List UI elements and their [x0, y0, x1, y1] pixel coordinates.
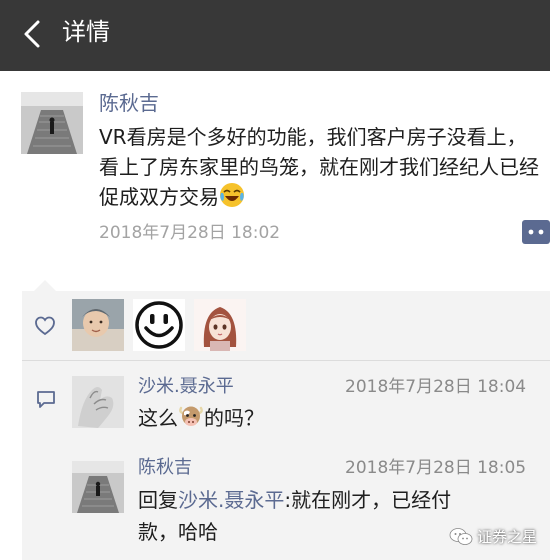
post-text: VR看房是个多好的功能，我们客户房子没看上，看上了房东家里的鸟笼，就在刚才我们经…: [99, 125, 539, 209]
panel-divider: [22, 360, 550, 361]
comment-text: 这么 的吗？: [138, 402, 264, 434]
watermark-text: 证券之星: [477, 528, 538, 546]
page-title: 详情: [62, 18, 110, 46]
author-avatar[interactable]: [21, 92, 83, 154]
likes-row: [22, 291, 550, 357]
commenter-avatar-shami[interactable]: [72, 376, 124, 428]
chevron-left-icon[interactable]: [14, 14, 54, 54]
more-options-icon[interactable]: [522, 218, 550, 246]
interaction-panel: 沙米.聂永平 2018年7月28日 18:04 这么 的吗？ 陈秋吉 2018年…: [22, 291, 550, 560]
heart-outline-icon: [35, 316, 55, 336]
comment-timestamp: 2018年7月28日 18:04: [345, 377, 527, 397]
commenter-avatar-chenqiuji[interactable]: [72, 461, 124, 513]
wechat-logo-icon: [449, 528, 473, 545]
comment-author[interactable]: 陈秋吉: [138, 457, 192, 479]
reply-prefix: 回复: [138, 488, 178, 512]
reply-text: 回复沙米.聂永平:就在刚才，已经付款，哈哈: [138, 484, 468, 548]
post-content: VR看房是个多好的功能，我们客户房子没看上，看上了房东家里的鸟笼，就在刚才我们经…: [99, 122, 539, 212]
comment-author[interactable]: 沙米.聂永平: [138, 376, 234, 398]
liker-avatar-anime-girl[interactable]: [194, 299, 246, 351]
comment-text-part: 这么: [138, 406, 178, 430]
liker-avatar-baby[interactable]: [72, 299, 124, 351]
panel-caret: [34, 280, 56, 291]
reply-target-name[interactable]: 沙米.聂永平: [178, 488, 284, 512]
post-timestamp: 2018年7月28日 18:02: [99, 223, 281, 243]
comment-text-part: 的吗？: [204, 406, 264, 430]
comment-bubble-icon: [37, 391, 55, 408]
cow-emoji-icon: [179, 406, 203, 426]
nav-bar: 详情: [0, 0, 550, 71]
comment-timestamp: 2018年7月28日 18:05: [345, 458, 527, 478]
laughing-tears-emoji-icon: [220, 183, 244, 207]
liker-avatar-smiley[interactable]: [133, 299, 185, 351]
post-author-name[interactable]: 陈秋吉: [99, 90, 159, 116]
